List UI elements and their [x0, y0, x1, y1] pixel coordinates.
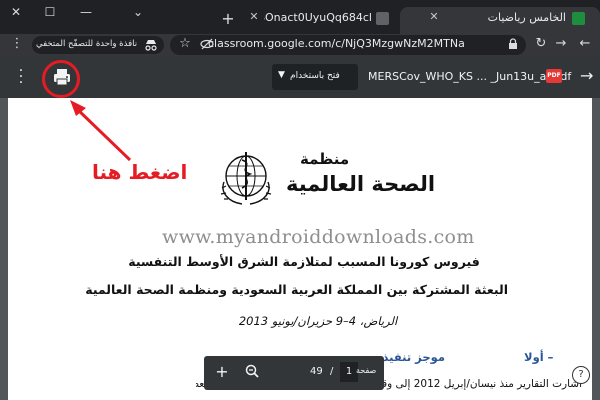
- document-title: فيروس كورونا المسبب لمتلازمة الشرق الأوس…: [128, 254, 480, 269]
- close-viewer-arrow-icon[interactable]: →: [580, 66, 593, 85]
- minimize-icon[interactable]: —: [76, 3, 96, 21]
- tab-search-chevron-icon[interactable]: ⌄: [128, 3, 148, 21]
- org-name-line-2: الصحة العالمية: [286, 172, 436, 196]
- classroom-icon: [572, 12, 585, 25]
- page-nav-bar: + 49 / 1 صفحة: [204, 356, 384, 390]
- forward-icon[interactable]: →: [552, 36, 570, 51]
- open-with-button[interactable]: ▼ فتح باستخدام: [272, 64, 358, 90]
- total-pages: 49: [310, 366, 323, 377]
- globe-icon: [376, 12, 389, 25]
- close-tab-icon[interactable]: ✕: [246, 10, 262, 23]
- caret-down-icon: ▼: [278, 70, 285, 80]
- maximize-icon[interactable]: ☐: [40, 3, 60, 21]
- bookmark-star-icon[interactable]: ☆: [176, 36, 194, 51]
- zoom-out-button[interactable]: [244, 362, 260, 382]
- browser-window: ✕ ☐ — ⌄ + ✕ ACFrOgA3BSOnact0UyuQq684cl ✕…: [0, 0, 600, 400]
- more-options-icon[interactable]: · · ·: [16, 64, 26, 90]
- browser-toolbar: ⋮ نافذة واحدة للتصفّح المتخفي ☆ classroo…: [0, 34, 600, 56]
- tab-title: ACFrOgA3BSOnact0UyuQq684cl: [264, 11, 372, 24]
- menu-icon[interactable]: ⋮: [8, 36, 26, 51]
- pdf-file-name: MERSCov_WHO_KS ... _Jun13u_ar.pdf: [368, 70, 572, 83]
- zoom-in-button[interactable]: +: [214, 362, 230, 381]
- document-date: الرياض، 4–9 حزيران/يونيو 2013: [238, 314, 398, 328]
- lock-icon[interactable]: [504, 36, 522, 53]
- back-icon[interactable]: ←: [576, 36, 594, 51]
- tab-active[interactable]: ✕ الخامس رياضيات: [400, 7, 600, 34]
- watermark-text: www.myandroiddownloads.com: [162, 226, 475, 248]
- tab-title: الخامس رياضيات: [487, 11, 566, 24]
- annotation-label: اضغط هنا: [92, 160, 188, 184]
- page-separator: /: [330, 366, 334, 377]
- tab-strip: ✕ ☐ — ⌄ + ✕ ACFrOgA3BSOnact0UyuQq684cl ✕…: [0, 0, 600, 34]
- pdf-toolbar: · · · ▼ فتح باستخدام MERSCov_WHO_KS ... _J…: [0, 56, 600, 98]
- annotation-circle: [42, 60, 80, 98]
- tab-inactive[interactable]: ✕ ACFrOgA3BSOnact0UyuQq684cl: [244, 7, 396, 34]
- document-subtitle: البعثة المشتركة بين المملكة العربية السع…: [85, 282, 508, 297]
- close-window-icon[interactable]: ✕: [6, 3, 26, 21]
- pdf-page: [8, 98, 592, 400]
- reload-icon[interactable]: ↻: [532, 36, 550, 51]
- close-tab-icon[interactable]: ✕: [426, 10, 442, 23]
- page-label: صفحة: [356, 366, 377, 375]
- pdf-viewer-area[interactable]: [0, 98, 600, 400]
- pdf-file-icon: PDF: [546, 69, 562, 83]
- magnifier-minus-icon: [245, 364, 259, 378]
- org-name-line-1: منظمة: [300, 150, 350, 168]
- new-tab-button[interactable]: +: [218, 9, 238, 28]
- section-number: أولا –: [524, 350, 554, 364]
- incognito-icon: [145, 40, 157, 51]
- incognito-label: نافذة واحدة للتصفّح المتخفي: [36, 39, 138, 49]
- url-text: classroom.google.com/c/NjQ3MzgwNzM2MTNa: [208, 37, 465, 50]
- open-with-label: فتح باستخدام: [290, 71, 340, 81]
- who-emblem-icon: [220, 152, 272, 205]
- help-icon[interactable]: ?: [572, 366, 590, 384]
